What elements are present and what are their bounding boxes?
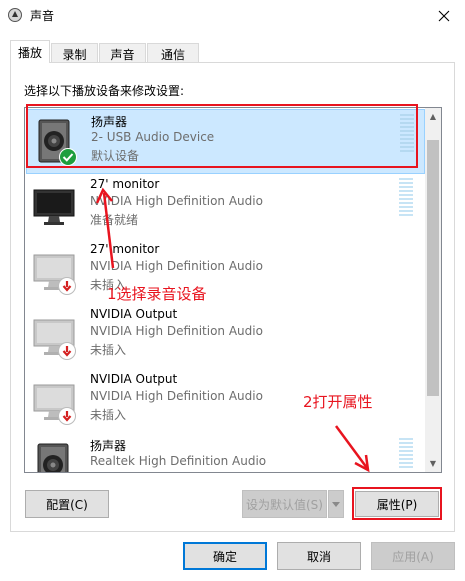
annotation-step-2: 2打开属性 — [303, 393, 373, 411]
annotation-arrows — [95, 187, 370, 473]
annotation-arrow-2 — [334, 425, 369, 469]
annotation-step-1: 1选择录音设备 — [107, 285, 207, 303]
tab-playback[interactable]: 播放 — [10, 40, 50, 63]
annotation-arrow-1 — [102, 192, 115, 269]
